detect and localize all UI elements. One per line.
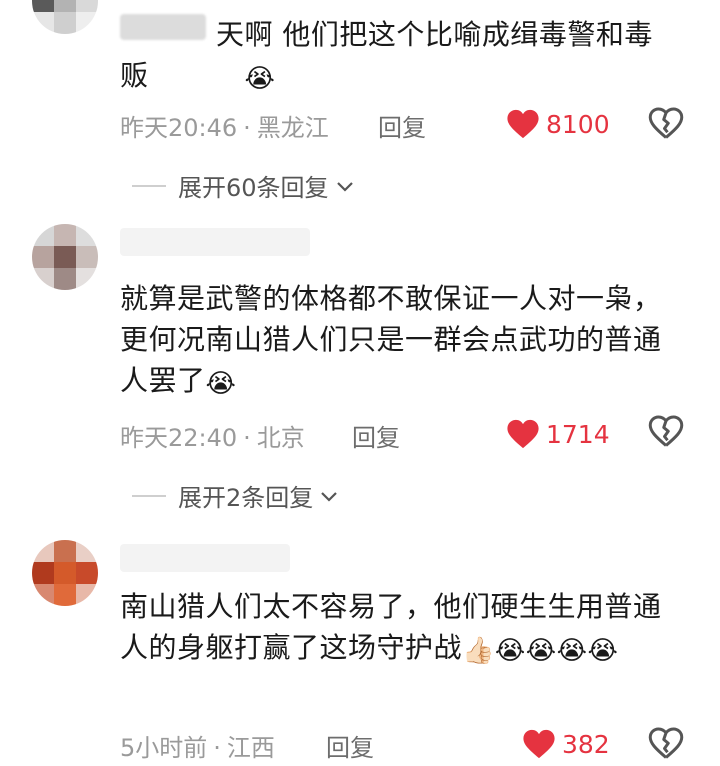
timestamp: 5小时前: [120, 734, 208, 762]
comment-1: 天啊 他们把这个比喻成缉毒警和毒贩 😭 昨天20:46 · 黑龙江 回复 8100 展…: [0, 0, 720, 205]
expand-replies[interactable]: 展开60条回复: [132, 168, 355, 203]
crying-emoji-icon: 😭: [205, 369, 237, 399]
comment-text: 南山猎人们太不容易了，他们硬生生用普通人的身躯打赢了这场守护战👍🏻😭😭😭😭: [120, 586, 665, 672]
reply-button[interactable]: 回复: [378, 108, 426, 143]
location: 江西: [226, 734, 275, 762]
avatar[interactable]: [32, 540, 98, 606]
timestamp: 昨天22:40: [120, 424, 238, 452]
emoji-sequence: 👍🏻😭😭😭😭: [462, 636, 619, 666]
like-count: 382: [562, 729, 610, 759]
comment-text: 天啊 他们把这个比喻成缉毒警和毒贩 😭: [120, 14, 680, 100]
comment-3: 南山猎人们太不容易了，他们硬生生用普通人的身躯打赢了这场守护战👍🏻😭😭😭😭 5小…: [0, 530, 720, 766]
divider-line: [132, 184, 166, 187]
like-button[interactable]: 382: [522, 728, 610, 760]
broken-heart-icon[interactable]: [648, 726, 684, 762]
crying-emoji-icon: 😭: [244, 64, 276, 94]
heart-icon: [507, 419, 539, 449]
username[interactable]: [120, 228, 310, 256]
like-count: 1714: [546, 419, 610, 449]
comment-meta: 昨天22:40 · 北京: [120, 424, 305, 452]
avatar[interactable]: [32, 0, 98, 34]
comment-meta: 5小时前 · 江西: [120, 734, 275, 762]
expand-label: 展开2条回复: [178, 484, 314, 512]
reply-button[interactable]: 回复: [326, 728, 374, 763]
location: 黑龙江: [256, 114, 329, 142]
expand-label: 展开60条回复: [178, 174, 329, 202]
comment-body: 就算是武警的体格都不敢保证一人对一枭，更何况南山猎人们只是一群会点武功的普通人罢…: [120, 282, 662, 397]
comment-text: 就算是武警的体格都不敢保证一人对一枭，更何况南山猎人们只是一群会点武功的普通人罢…: [120, 278, 665, 405]
like-count: 8100: [546, 109, 610, 139]
divider-line: [132, 494, 166, 497]
chevron-down-icon: [336, 181, 353, 192]
broken-heart-icon[interactable]: [648, 106, 684, 142]
expand-replies[interactable]: 展开2条回复: [132, 478, 339, 513]
chevron-down-icon: [321, 491, 338, 502]
like-button[interactable]: 8100: [506, 108, 610, 140]
heart-icon: [507, 109, 539, 139]
like-button[interactable]: 1714: [506, 418, 610, 450]
broken-heart-icon[interactable]: [648, 414, 684, 450]
heart-icon: [523, 729, 555, 759]
comment-2: 就算是武警的体格都不敢保证一人对一枭，更何况南山猎人们只是一群会点武功的普通人罢…: [0, 210, 720, 525]
comment-meta: 昨天20:46 · 黑龙江: [120, 114, 329, 142]
username[interactable]: [120, 544, 290, 572]
location: 北京: [256, 424, 305, 452]
timestamp: 昨天20:46: [120, 114, 238, 142]
avatar[interactable]: [32, 224, 98, 290]
reply-button[interactable]: 回复: [352, 418, 400, 453]
